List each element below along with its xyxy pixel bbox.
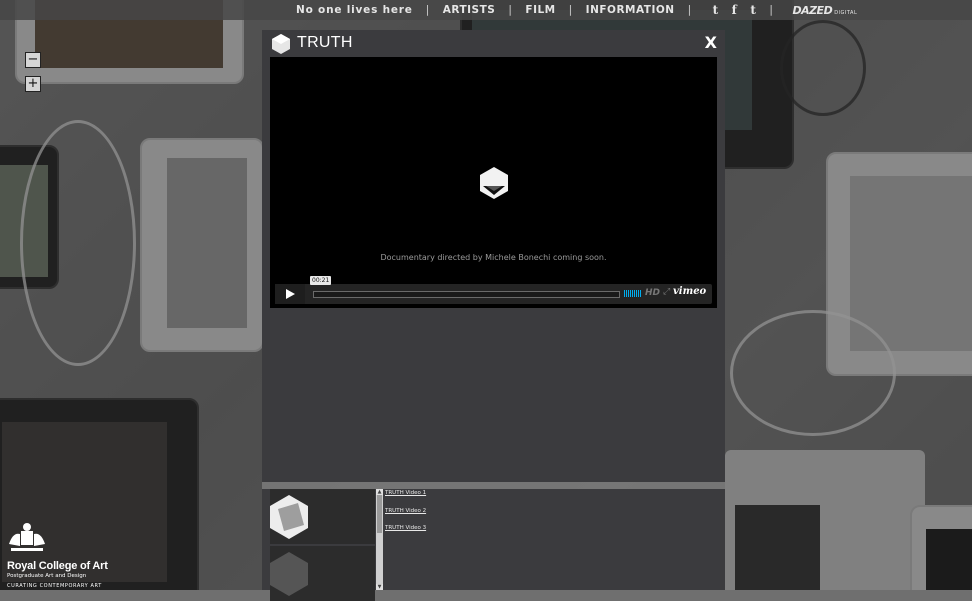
dazed-logo-text: DAZED: [792, 3, 833, 17]
college-subtitle: Postgraduate Art and Design: [7, 573, 87, 579]
vimeo-logo[interactable]: vimeo: [673, 286, 706, 297]
hexagon-thumbnail-icon: [270, 495, 308, 539]
modal-header: TRUTH X: [262, 30, 725, 57]
video-placeholder-hexagon-icon: [480, 167, 508, 199]
nav-home-link[interactable]: No one lives here: [296, 4, 413, 16]
dazed-logo-subtext: DIGITAL: [834, 9, 858, 16]
playlist-panel: ▲ ▼ TRUTH Video 1 TRUTH Video 2 TRUTH Vi…: [262, 489, 725, 601]
video-thumbnail-1[interactable]: [270, 489, 375, 544]
college-tagline: CURATING CONTEMPORARY ART: [7, 583, 102, 589]
tumblr-icon[interactable]: t: [750, 3, 756, 17]
truth-hexagon-icon: [272, 34, 290, 54]
royal-college-of-art-logo[interactable]: Royal College of Art Postgraduate Art an…: [7, 522, 108, 589]
nav-separator: |: [425, 4, 430, 16]
nav-separator: |: [568, 4, 573, 16]
nav-separator: |: [508, 4, 513, 16]
video-caption: Documentary directed by Michele Bonechi …: [380, 253, 607, 262]
modal-title: TRUTH: [297, 34, 353, 51]
nav-artists-link[interactable]: ARTISTS: [443, 4, 496, 16]
video-modal: TRUTH X Documentary directed by Michele …: [262, 30, 725, 482]
time-tooltip: 00:21: [310, 276, 332, 285]
volume-control[interactable]: [624, 290, 641, 297]
play-icon: [286, 289, 295, 299]
dazed-digital-logo[interactable]: DAZED DIGITAL: [792, 4, 857, 17]
fullscreen-icon[interactable]: ⤢: [663, 287, 670, 297]
hd-button[interactable]: HD: [645, 288, 660, 298]
player-controls: 00:21 HD ⤢ vimeo: [275, 276, 712, 304]
zoom-in-button[interactable]: +: [25, 76, 41, 92]
nav-film-link[interactable]: FILM: [525, 4, 555, 16]
video-thumbnail-2[interactable]: [270, 546, 375, 601]
play-button[interactable]: [275, 284, 305, 304]
modal-divider: [262, 482, 725, 489]
main-nav: No one lives here | ARTISTS | FILM | INF…: [296, 3, 857, 17]
scrollbar-thumb[interactable]: [377, 495, 382, 533]
nav-information-link[interactable]: INFORMATION: [586, 4, 675, 16]
facebook-icon[interactable]: f: [732, 3, 738, 17]
social-links: t f t: [713, 3, 757, 17]
scroll-down-arrow[interactable]: ▼: [376, 584, 383, 590]
college-name: Royal College of Art: [7, 560, 108, 572]
thumbnail-list: [270, 489, 375, 601]
progress-bar[interactable]: [313, 291, 620, 298]
crest-icon: [9, 523, 45, 551]
video-player[interactable]: Documentary directed by Michele Bonechi …: [270, 57, 717, 308]
video-link-list: TRUTH Video 1 TRUTH Video 2 TRUTH Video …: [385, 489, 426, 542]
zoom-out-button[interactable]: −: [25, 52, 41, 68]
playlist-scrollbar[interactable]: ▲ ▼: [376, 489, 383, 590]
video-link-3[interactable]: TRUTH Video 3: [385, 524, 426, 542]
close-button[interactable]: X: [705, 33, 717, 52]
twitter-icon[interactable]: t: [713, 3, 719, 17]
nav-separator: |: [687, 4, 692, 16]
video-link-1[interactable]: TRUTH Video 1: [385, 489, 426, 507]
nav-separator: |: [769, 4, 774, 16]
video-link-2[interactable]: TRUTH Video 2: [385, 507, 426, 525]
hexagon-thumbnail-icon: [270, 552, 308, 596]
top-navigation-bar: No one lives here | ARTISTS | FILM | INF…: [0, 0, 972, 20]
